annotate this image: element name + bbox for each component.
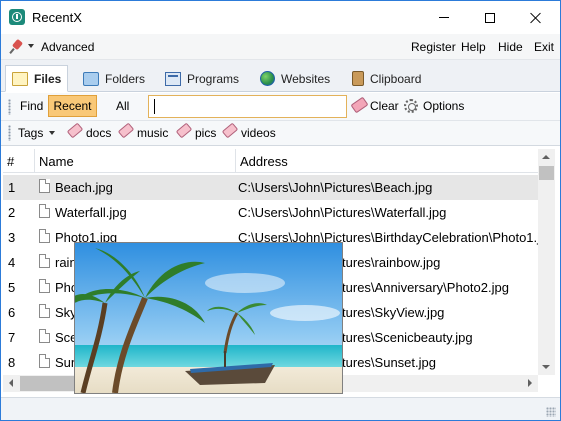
eraser-icon[interactable] [350,96,369,114]
tag-videos[interactable]: videos [241,126,276,140]
menu-register[interactable]: Register [411,40,456,54]
column-name[interactable]: Name [35,149,236,173]
file-icon [12,71,28,86]
beach-photo-preview [75,243,342,393]
column-number[interactable]: # [3,149,35,173]
window-title: RecentX [32,10,82,25]
pin-icon[interactable] [8,39,24,55]
toolbar-grip[interactable] [8,99,11,115]
tags-dropdown[interactable]: Tags [18,126,43,140]
maximize-icon [485,12,495,23]
scroll-down-icon[interactable] [542,365,550,369]
clipboard-icon [352,71,364,86]
gear-icon[interactable] [404,99,418,113]
tag-icon [66,122,84,139]
row-number: 8 [8,355,16,370]
close-icon [530,12,542,24]
tag-icon [221,122,239,139]
menu-hide[interactable]: Hide [498,40,523,54]
text-cursor [154,99,155,114]
tab-label: Folders [105,71,146,86]
tab-programs[interactable]: Programs [159,65,249,92]
tags-toolbar: Tags docs music pics videos [1,121,560,146]
tab-label: Programs [187,71,240,86]
scrollbar-thumb[interactable] [539,166,554,180]
file-icon [39,329,50,343]
scroll-up-icon[interactable] [542,155,550,159]
file-icon [39,354,50,368]
row-name: Beach.jpg [55,180,113,195]
program-window-icon [165,71,181,86]
search-input[interactable] [148,95,347,118]
row-address: C:\Users\John\Pictures\Waterfall.jpg [238,205,447,220]
tag-icon [117,122,135,139]
tag-docs[interactable]: docs [86,126,111,140]
file-icon [39,254,50,268]
find-button[interactable]: Find [20,99,43,113]
close-button[interactable] [513,1,559,34]
row-number: 3 [8,230,16,245]
chevron-down-icon[interactable] [49,131,55,135]
folder-icon [83,71,99,86]
minimize-button[interactable] [421,1,467,34]
row-name: Waterfall.jpg [55,205,127,220]
file-icon [39,179,50,193]
file-icon [39,204,50,218]
list-header: # Name Address [3,149,538,173]
file-icon [39,279,50,293]
chevron-down-icon[interactable] [28,44,34,48]
options-button[interactable]: Options [423,99,464,113]
all-button[interactable]: All [116,99,129,113]
minimize-icon [439,17,449,18]
scroll-left-icon[interactable] [9,379,13,387]
toolbar-grip[interactable] [8,125,11,141]
row-number: 5 [8,280,16,295]
row-number: 2 [8,205,16,220]
tab-strip: Files Folders Programs Websites Clipboar… [1,60,560,92]
file-icon [39,304,50,318]
table-row[interactable]: 1 Beach.jpg C:\Users\John\Pictures\Beach… [3,175,538,200]
tab-websites[interactable]: Websites [254,65,340,92]
title-bar[interactable]: RecentX [1,1,560,34]
app-clock-icon [9,9,25,25]
recent-button[interactable]: Recent [48,95,97,117]
tab-label: Websites [281,71,331,86]
table-row[interactable]: 2 Waterfall.jpg C:\Users\John\Pictures\W… [3,200,538,225]
row-number: 4 [8,255,16,270]
globe-icon [260,71,275,86]
tab-label: Files [34,71,62,86]
search-toolbar: Find Recent All Clear Options [1,93,560,121]
row-number: 6 [8,305,16,320]
menu-help[interactable]: Help [461,40,486,54]
menu-bar: Advanced Register Help Hide Exit [1,34,560,60]
tag-music[interactable]: music [137,126,168,140]
status-bar [1,397,560,420]
tag-icon [175,122,193,139]
tag-pics[interactable]: pics [195,126,216,140]
tab-clipboard[interactable]: Clipboard [346,65,436,92]
row-number: 1 [8,180,16,195]
file-icon [39,229,50,243]
row-address: C:\Users\John\Pictures\Beach.jpg [238,180,433,195]
maximize-button[interactable] [467,1,513,34]
tab-label: Clipboard [370,71,422,86]
column-address[interactable]: Address [236,149,538,173]
clear-button[interactable]: Clear [370,99,399,113]
menu-advanced[interactable]: Advanced [41,40,94,54]
row-number: 7 [8,330,16,345]
recentx-window: RecentX Advanced Register Help Hide Exit… [0,0,561,421]
vertical-scrollbar[interactable] [538,149,555,375]
scroll-right-icon[interactable] [528,379,532,387]
resize-grip-icon[interactable] [546,407,556,417]
tab-files[interactable]: Files [5,65,68,92]
image-preview-popup [74,242,343,394]
tab-folders[interactable]: Folders [77,65,155,92]
menu-exit[interactable]: Exit [534,40,554,54]
